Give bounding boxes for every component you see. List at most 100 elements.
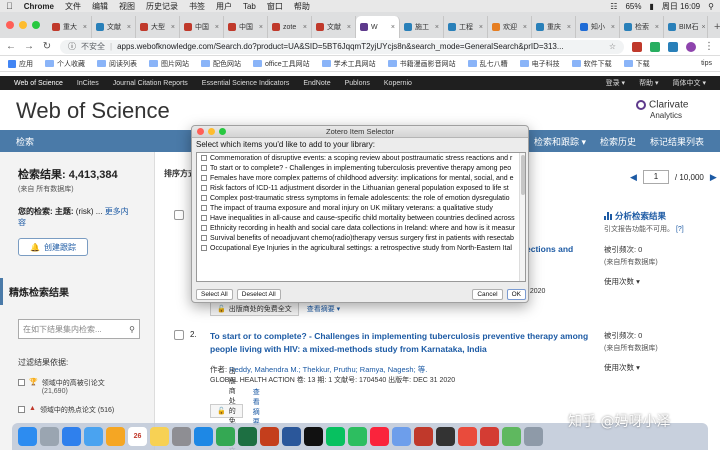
list-item[interactable]: Complex post-traumatic stress symptoms i…: [197, 193, 525, 203]
bookmark-item[interactable]: 个人收藏: [45, 59, 85, 69]
apple-icon[interactable]: : [6, 1, 13, 11]
item-list-scrollbar[interactable]: [519, 153, 525, 281]
search-history-link[interactable]: 检索历史: [600, 135, 636, 148]
reload-icon[interactable]: ↻: [42, 41, 52, 52]
help-menu[interactable]: 帮助 ▾: [639, 78, 658, 88]
safari-icon[interactable]: [62, 427, 81, 446]
bookmark-item[interactable]: 电子科技: [519, 59, 560, 69]
login-menu[interactable]: 登录 ▾: [606, 78, 625, 88]
url-text[interactable]: apps.webofknowledge.com/Search.do?produc…: [117, 42, 563, 51]
cancel-button[interactable]: Cancel: [472, 289, 503, 300]
close-tab-icon[interactable]: ×: [479, 24, 483, 31]
close-tab-icon[interactable]: ×: [523, 24, 527, 31]
photos-icon[interactable]: [106, 427, 125, 446]
new-tab-button[interactable]: +: [708, 16, 720, 38]
item-checkbox[interactable]: [201, 185, 207, 191]
bookmark-item[interactable]: 配色网站: [201, 59, 241, 69]
bookmark-star-icon[interactable]: ☆: [609, 42, 616, 51]
close-tab-icon[interactable]: ×: [127, 24, 131, 31]
terminal-icon[interactable]: [436, 427, 455, 446]
filter-highly-cited[interactable]: 🏆 领域中的高被引论文 (21,690): [18, 378, 136, 395]
netease-icon[interactable]: [480, 427, 499, 446]
result-2-usage-count[interactable]: 使用次数 ▾: [604, 362, 640, 373]
close-tab-icon[interactable]: ×: [435, 24, 439, 31]
finder-icon[interactable]: [18, 427, 37, 446]
view-abstract-link[interactable]: 查看摘要 ▾: [307, 304, 340, 314]
result-title[interactable]: To start or to complete? - Challenges in…: [210, 330, 610, 356]
item-checkbox[interactable]: [201, 225, 207, 231]
app-store-icon[interactable]: [194, 427, 213, 446]
zotero-icon[interactable]: [414, 427, 433, 446]
close-tab-icon[interactable]: ×: [567, 24, 571, 31]
search-and-alert-menu[interactable]: 检索和跟踪 ▾: [534, 135, 586, 148]
bookmark-item[interactable]: 阅读列表: [97, 59, 137, 69]
profile-avatar[interactable]: [686, 41, 696, 52]
menu-window[interactable]: 窗口: [267, 1, 283, 12]
page-input[interactable]: 1: [642, 170, 669, 184]
prev-page-icon[interactable]: ◀: [630, 172, 637, 183]
close-tab-icon[interactable]: ×: [391, 24, 395, 31]
browser-tab[interactable]: 工程 ×: [444, 16, 488, 38]
trash-icon[interactable]: [524, 427, 543, 446]
nav-esi[interactable]: Essential Science Indicators: [202, 80, 290, 87]
menu-view[interactable]: 视图: [119, 1, 135, 12]
result-1-usage-count[interactable]: 使用次数 ▾: [604, 276, 640, 287]
bookmark-item[interactable]: 下载: [623, 59, 650, 69]
close-tab-icon[interactable]: ×: [259, 24, 263, 31]
menu-tab[interactable]: Tab: [243, 2, 256, 11]
minimize-dialog-icon[interactable]: [208, 128, 215, 135]
clock[interactable]: 周日 16:09: [662, 1, 700, 12]
list-item[interactable]: Risk factors of ICD-11 adjustment disord…: [197, 183, 525, 193]
ok-button[interactable]: OK: [506, 289, 526, 300]
zoom-window-icon[interactable]: [32, 21, 40, 29]
browser-tab[interactable]: zote ×: [268, 16, 312, 38]
select-all-button[interactable]: Select All: [196, 289, 233, 300]
browser-tab[interactable]: 重大 ×: [48, 16, 92, 38]
chrome-icon[interactable]: [216, 427, 235, 446]
browser-tab[interactable]: 欢迎 ×: [488, 16, 532, 38]
close-tab-icon[interactable]: ×: [215, 24, 219, 31]
close-tab-icon[interactable]: ×: [83, 24, 87, 31]
bookmark-item[interactable]: 乱七八糟: [467, 59, 508, 69]
powerpoint-icon[interactable]: [260, 427, 279, 446]
browser-tab[interactable]: 检索 ×: [620, 16, 664, 38]
list-item[interactable]: To start or to complete? - Challenges in…: [197, 163, 525, 173]
help-link[interactable]: [?]: [676, 226, 684, 233]
bookmark-item[interactable]: 书籍漫画影音网站: [387, 59, 456, 69]
item-checkbox[interactable]: [201, 175, 207, 181]
extension-icon[interactable]: [668, 41, 678, 52]
result-1-title-fragment[interactable]: ections and: [526, 244, 573, 254]
browser-tab[interactable]: 施工 ×: [400, 16, 444, 38]
list-item[interactable]: Survival benefits of neoadjuvant chemo(r…: [197, 233, 525, 243]
item-checkbox[interactable]: [201, 155, 207, 161]
maps-icon[interactable]: [502, 427, 521, 446]
list-item[interactable]: The impact of trauma exposure and moral …: [197, 203, 525, 213]
filter-hot-papers[interactable]: ▲ 领域中的热点论文 (516): [18, 405, 136, 415]
battery-icon[interactable]: ▮: [649, 2, 653, 11]
browser-tab[interactable]: 文献 ×: [92, 16, 136, 38]
browser-tab[interactable]: 中国 ×: [180, 16, 224, 38]
bookmark-tips[interactable]: tips: [698, 60, 712, 67]
browser-tab[interactable]: 重庆 ×: [532, 16, 576, 38]
battery-percent[interactable]: 65%: [625, 2, 641, 11]
evernote-icon[interactable]: [348, 427, 367, 446]
wifi-icon[interactable]: ☷: [610, 2, 617, 11]
marked-list-link[interactable]: 标记结果列表: [650, 135, 704, 148]
close-tab-icon[interactable]: ×: [347, 24, 351, 31]
list-item[interactable]: Occupational Eye Injuries in the agricul…: [197, 243, 525, 253]
forward-icon[interactable]: →: [24, 41, 34, 52]
search-icon[interactable]: ⚲: [129, 325, 135, 334]
info-icon[interactable]: ⓘ: [68, 41, 76, 52]
result-checkbox[interactable]: [174, 330, 184, 340]
free-full-text-button[interactable]: 🔓 出版商处的免费全文: [210, 368, 243, 450]
qq-icon[interactable]: [304, 427, 323, 446]
item-checkbox[interactable]: [201, 195, 207, 201]
item-checkbox[interactable]: [201, 245, 207, 251]
excel-icon[interactable]: [238, 427, 257, 446]
item-checkbox[interactable]: [201, 205, 207, 211]
menu-file[interactable]: 文件: [65, 1, 81, 12]
menu-people[interactable]: 用户: [216, 1, 232, 12]
close-tab-icon[interactable]: ×: [701, 24, 705, 31]
browser-tab[interactable]: W ×: [356, 16, 400, 38]
filter-checkbox[interactable]: [18, 379, 25, 386]
